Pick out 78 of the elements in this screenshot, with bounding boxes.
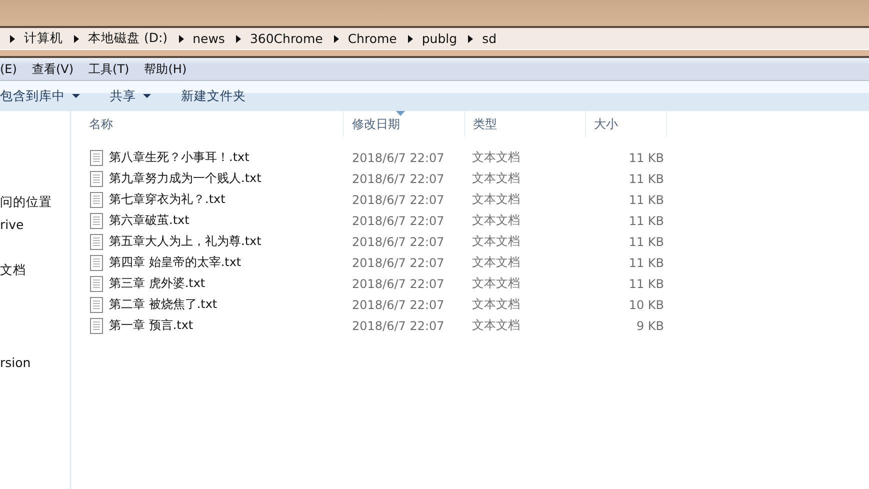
table-cell: 文本文档 — [472, 212, 520, 229]
column-header[interactable]: 修改日期 — [344, 111, 465, 137]
file-name[interactable]: 第四章 始皇帝的太宰.txt — [109, 254, 242, 271]
table-cell: 2018/6/7 22:07 — [352, 172, 444, 186]
toolbar-button[interactable]: 共享 — [104, 86, 157, 106]
table-cell: 文本文档 — [472, 170, 520, 187]
file-name[interactable]: 第八章生死？小事耳！.txt — [109, 149, 250, 166]
text-file-icon — [90, 254, 103, 270]
table-cell: 2018/6/7 22:07 — [352, 256, 444, 270]
chevron-icon[interactable] — [468, 34, 474, 42]
file-name[interactable]: 第三章 虎外婆.txt — [109, 275, 206, 292]
table-cell: 11 KB — [628, 150, 664, 164]
table-cell: 9 KB — [636, 318, 664, 332]
caret-icon — [143, 94, 151, 98]
table-cell: 11 KB — [628, 214, 664, 228]
sidebar-item[interactable]: rsion — [0, 355, 70, 370]
file-name[interactable]: 第二章 被烧焦了.txt — [109, 296, 218, 313]
chevron-icon[interactable] — [334, 34, 339, 42]
table-cell: 11 KB — [628, 234, 664, 248]
chevron-icon[interactable] — [236, 34, 241, 42]
chevron-icon[interactable] — [178, 34, 184, 42]
table-cell: 2018/6/7 22:07 — [352, 192, 444, 206]
chevron-icon[interactable] — [408, 34, 413, 42]
text-file-icon — [90, 212, 103, 228]
breadcrumb-item[interactable]: sd — [482, 31, 497, 46]
table-cell: 2018/6/7 22:07 — [352, 276, 444, 290]
chevron-icon[interactable] — [10, 34, 15, 42]
breadcrumb-item[interactable]: 本地磁盘 (D:) — [88, 30, 168, 47]
file-name[interactable]: 第七章穿衣为礼？.txt — [109, 191, 226, 208]
file-name[interactable]: 第一章 预言.txt — [109, 317, 194, 334]
table-cell: 11 KB — [628, 192, 664, 206]
table-cell: 文本文档 — [472, 191, 520, 208]
text-file-icon — [90, 296, 103, 312]
menu-item[interactable]: 工具(T) — [88, 60, 130, 78]
breadcrumb-item[interactable]: publg — [422, 31, 458, 46]
sidebar-item[interactable]: rive — [0, 217, 70, 232]
chevron-icon[interactable] — [74, 34, 79, 42]
table-cell: 11 KB — [628, 276, 664, 290]
breadcrumb-item[interactable]: news — [192, 31, 225, 46]
column-header[interactable]: 名称 — [81, 111, 344, 137]
text-file-icon — [90, 276, 103, 292]
address-bar[interactable]: 计算机 本地磁盘 (D:) news 360Chrome Chrome publg sd — [0, 28, 869, 49]
file-name[interactable]: 第六章破茧.txt — [109, 212, 190, 229]
toolbar-button[interactable]: 包含到库中 — [0, 86, 86, 106]
column-header[interactable]: 类型 — [465, 111, 586, 137]
text-file-icon — [90, 150, 103, 166]
sort-arrow-icon — [396, 111, 405, 116]
table-cell: 文本文档 — [472, 317, 520, 334]
table-cell: 文本文档 — [472, 254, 520, 271]
menu-item[interactable]: 查看(V) — [32, 60, 74, 78]
sidebar-item[interactable]: 文档 — [0, 262, 70, 279]
menu-item[interactable]: 帮助(H) — [144, 60, 187, 78]
breadcrumb-item[interactable]: 计算机 — [24, 30, 63, 47]
table-cell: 2018/6/7 22:07 — [352, 214, 444, 228]
file-name[interactable]: 第九章努力成为一个贱人.txt — [109, 170, 262, 187]
table-cell: 11 KB — [628, 172, 664, 186]
breadcrumb-item[interactable]: 360Chrome — [250, 31, 323, 46]
text-file-icon — [90, 318, 103, 334]
breadcrumb-item[interactable]: Chrome — [348, 31, 397, 46]
table-cell: 2018/6/7 22:07 — [352, 318, 444, 332]
menu-item[interactable]: (E) — [0, 62, 17, 76]
table-cell: 2018/6/7 22:07 — [352, 298, 444, 312]
table-cell: 10 KB — [628, 298, 664, 312]
text-file-icon — [90, 170, 103, 186]
table-cell: 2018/6/7 22:07 — [352, 234, 444, 248]
caret-icon — [72, 94, 80, 98]
text-file-icon — [90, 192, 103, 208]
table-cell: 文本文档 — [472, 296, 520, 313]
table-cell: 文本文档 — [472, 233, 520, 250]
text-file-icon — [90, 234, 103, 250]
column-header[interactable]: 大小 — [586, 111, 667, 137]
table-cell: 文本文档 — [472, 149, 520, 166]
table-cell: 2018/6/7 22:07 — [352, 150, 444, 164]
table-cell: 文本文档 — [472, 275, 520, 292]
table-cell: 11 KB — [628, 256, 664, 270]
file-name[interactable]: 第五章大人为上，礼为尊.txt — [109, 233, 262, 250]
sidebar-item[interactable]: 问的位置 — [0, 194, 70, 211]
toolbar-button[interactable]: 新建文件夹 — [175, 86, 252, 106]
